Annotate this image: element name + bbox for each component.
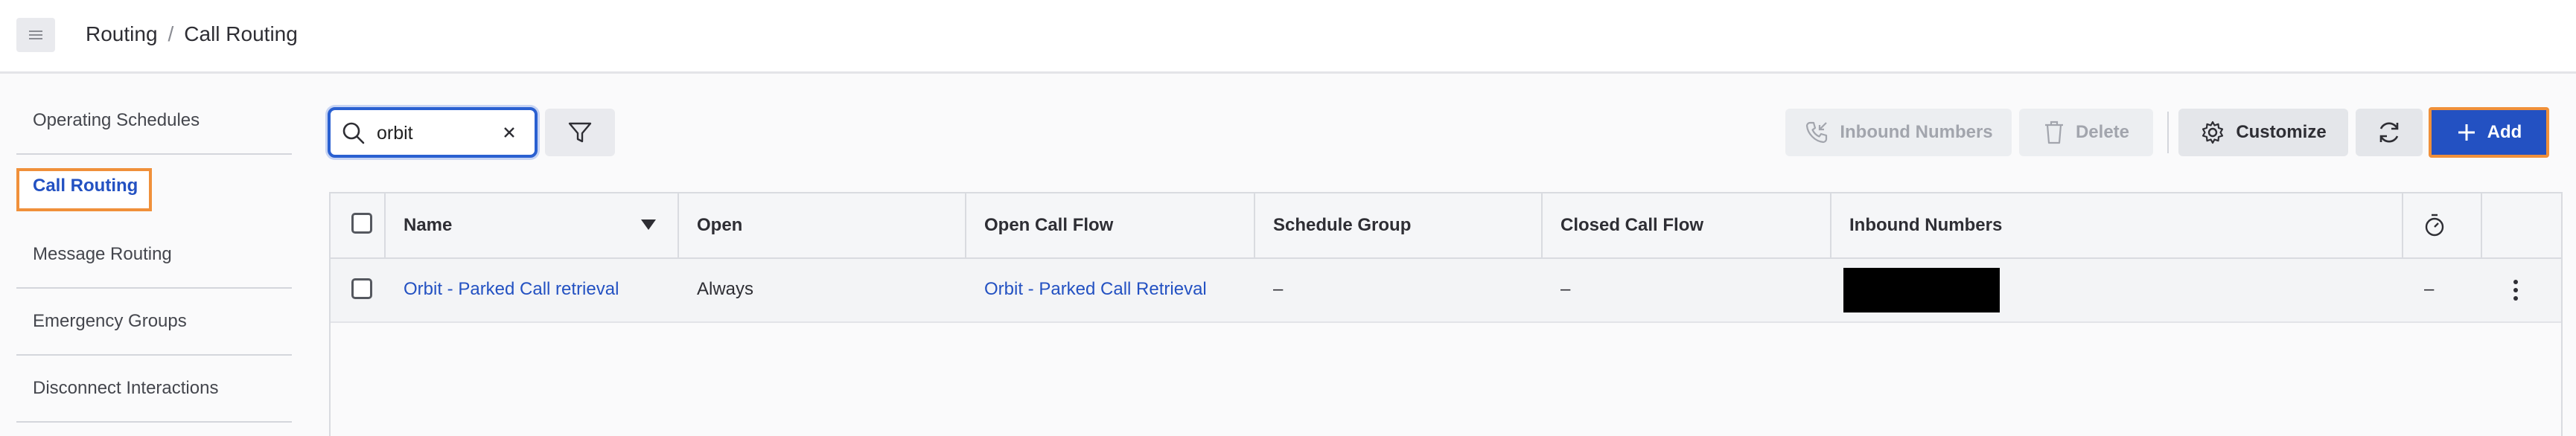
column-header-open-call-flow[interactable]: Open Call Flow [984, 215, 1113, 236]
sort-down-icon[interactable] [640, 218, 657, 231]
hamburger-icon [29, 31, 42, 39]
filter-icon [568, 122, 592, 143]
column-divider [1254, 193, 1255, 259]
column-header-name[interactable]: Name [404, 215, 452, 236]
column-divider [2402, 193, 2403, 259]
add-button[interactable]: Add [2429, 107, 2549, 158]
search-input[interactable]: orbit [328, 107, 538, 158]
breadcrumb: Routing / Call Routing [86, 22, 298, 46]
toolbar-divider [2167, 112, 2169, 153]
search-icon [342, 122, 365, 144]
gear-icon [2202, 121, 2224, 144]
delete-label: Delete [2075, 122, 2130, 142]
breadcrumb-separator: / [168, 22, 174, 45]
column-divider [2481, 193, 2482, 259]
breadcrumb-routing[interactable]: Routing [86, 22, 158, 46]
column-header-closed-call-flow[interactable]: Closed Call Flow [1560, 215, 1703, 236]
menu-button[interactable] [16, 18, 55, 52]
sidebar-item-label: Emergency Groups [33, 311, 187, 331]
add-label: Add [2487, 122, 2522, 142]
call-routing-table: Name Open Open Call Flow Schedule Group … [329, 192, 2563, 436]
more-options-icon[interactable] [2512, 278, 2519, 302]
sidebar-item-label: Message Routing [33, 244, 172, 264]
sidebar-item-message-routing[interactable]: Message Routing [16, 222, 292, 289]
inbound-numbers-button[interactable]: Inbound Numbers [1785, 109, 2012, 156]
table-header: Name Open Open Call Flow Schedule Group … [331, 193, 2561, 259]
column-header-inbound-numbers[interactable]: Inbound Numbers [1849, 215, 2002, 236]
table-row[interactable]: Orbit - Parked Call retrieval Always Orb… [331, 259, 2561, 323]
column-divider [965, 193, 966, 259]
row-checkbox[interactable] [351, 278, 372, 299]
sidebar-item-emergency-groups[interactable]: Emergency Groups [16, 289, 292, 356]
refresh-button[interactable] [2356, 109, 2423, 156]
sidebar-item-label: Disconnect Interactions [33, 378, 219, 398]
redacted-inbound-numbers [1843, 268, 2000, 312]
plus-icon [2458, 124, 2475, 141]
phone-incoming-icon [1806, 121, 1828, 144]
sidebar-item-disconnect-interactions[interactable]: Disconnect Interactions [16, 356, 292, 423]
delete-button[interactable]: Delete [2019, 109, 2153, 156]
filter-button[interactable] [545, 109, 615, 156]
close-icon[interactable] [499, 122, 520, 143]
row-name-link[interactable]: Orbit - Parked Call retrieval [404, 279, 619, 300]
sidebar-item-operating-schedules[interactable]: Operating Schedules [16, 88, 292, 155]
sidebar: Operating Schedules Call Routing Message… [0, 73, 313, 436]
customize-button[interactable]: Customize [2178, 109, 2348, 156]
inbound-numbers-label: Inbound Numbers [1840, 122, 1993, 142]
sidebar-item-call-routing[interactable]: Call Routing [16, 153, 292, 219]
row-open-call-flow-link[interactable]: Orbit - Parked Call Retrieval [984, 279, 1207, 300]
trash-icon [2044, 121, 2063, 144]
column-divider [1830, 193, 1831, 259]
customize-label: Customize [2236, 122, 2327, 142]
sidebar-item-label: Call Routing [33, 176, 138, 196]
select-all-checkbox[interactable] [351, 213, 372, 234]
timer-icon[interactable] [2423, 213, 2446, 238]
search-value: orbit [377, 123, 413, 144]
breadcrumb-current: Call Routing [184, 22, 298, 45]
top-bar: Routing / Call Routing [0, 0, 2576, 74]
column-divider [384, 193, 386, 259]
sidebar-item-label: Operating Schedules [33, 110, 200, 130]
row-open: Always [697, 279, 754, 299]
row-extra: – [2424, 279, 2435, 299]
row-closed-call-flow: – [1560, 279, 1571, 299]
column-header-open[interactable]: Open [697, 215, 742, 236]
refresh-icon [2379, 122, 2399, 143]
column-header-schedule-group[interactable]: Schedule Group [1273, 215, 1411, 236]
column-divider [678, 193, 679, 259]
column-divider [1541, 193, 1543, 259]
row-schedule-group: – [1273, 279, 1284, 299]
